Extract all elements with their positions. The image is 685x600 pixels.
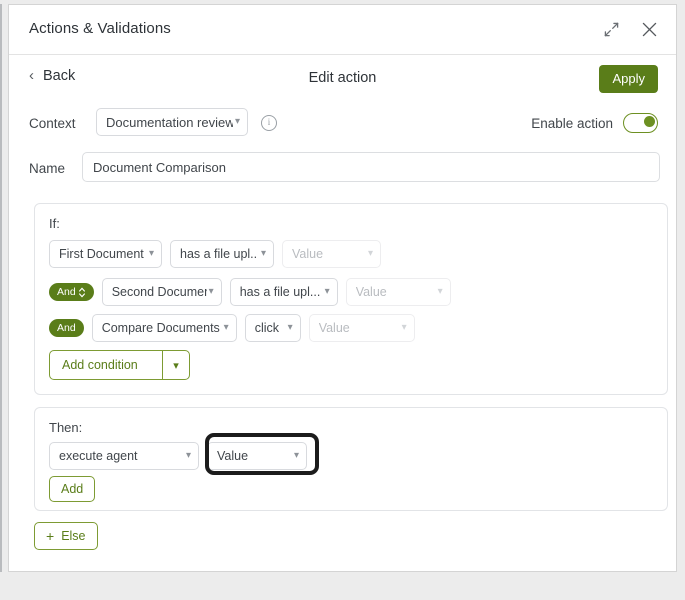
condition-value-text: Value <box>355 285 387 299</box>
subheader: ‹ Back Edit action Apply <box>9 55 676 105</box>
condition-predicate-value: has a file upl... <box>180 247 256 261</box>
window-title: Actions & Validations <box>29 20 171 37</box>
condition-subject-dropdown[interactable]: Second Document ▾ <box>101 278 222 306</box>
chevron-down-icon: ▾ <box>293 450 299 461</box>
condition-operator-badge[interactable]: And <box>49 283 94 301</box>
chevron-down-icon: ▾ <box>367 248 373 259</box>
window-titlebar: Actions & Validations <box>9 5 676 55</box>
context-row: Context Documentation review ▾ i Enable … <box>9 105 676 147</box>
condition-subject-value: Compare Documents <box>101 321 220 335</box>
condition-value-text: Value <box>318 321 350 335</box>
add-condition-button[interactable]: Add condition ▾ <box>49 350 190 380</box>
chevron-down-icon: ▾ <box>234 116 240 127</box>
chevron-down-icon: ▾ <box>148 248 154 259</box>
chevron-down-icon: ▾ <box>185 450 191 461</box>
plus-icon: + <box>46 528 55 544</box>
then-value-text: Value <box>217 449 249 463</box>
add-else-label: Else <box>61 529 86 543</box>
chevron-down-icon: ▾ <box>223 322 229 333</box>
then-action-dropdown[interactable]: execute agent ▾ <box>49 442 199 470</box>
chevron-down-icon: ▾ <box>437 286 443 297</box>
chevron-down-icon: ▾ <box>173 359 179 372</box>
add-action-button[interactable]: Add <box>49 476 96 502</box>
chevron-down-icon: ▾ <box>208 286 214 297</box>
context-dropdown-value: Documentation review <box>106 114 233 130</box>
condition-value-dropdown[interactable]: Value ▾ <box>345 278 451 306</box>
condition-subject-dropdown[interactable]: Compare Documents ▾ <box>91 314 237 342</box>
panel-left-edge <box>0 4 2 572</box>
chevron-down-icon: ▾ <box>287 322 293 333</box>
add-else-button[interactable]: + Else <box>34 522 98 550</box>
condition-subject-value: First Document <box>59 247 144 261</box>
condition-predicate-dropdown[interactable]: has a file upl... ▾ <box>229 278 338 306</box>
app-root: Actions & Validations ‹ Back Edit action… <box>0 0 685 600</box>
condition-operator-label: And <box>57 286 76 298</box>
apply-button[interactable]: Apply <box>599 65 658 93</box>
name-label: Name <box>29 161 66 176</box>
actions-validations-panel: Actions & Validations ‹ Back Edit action… <box>8 4 677 572</box>
chevron-down-icon: ▾ <box>324 286 330 297</box>
info-circle-icon[interactable]: i <box>261 115 277 131</box>
condition-row: And Compare Documents ▾ click ▾ Value ▾ <box>49 314 657 342</box>
condition-predicate-value: has a file upl... <box>239 285 320 299</box>
condition-row: First Document ▾ has a file upl... ▾ Val… <box>49 240 657 268</box>
titlebar-actions <box>600 18 660 40</box>
enable-action-control: Enable action <box>531 113 658 133</box>
add-condition-label: Add condition <box>62 358 138 372</box>
context-label: Context <box>29 116 76 131</box>
condition-value-dropdown[interactable]: Value ▾ <box>282 240 381 268</box>
chevron-down-icon: ▾ <box>401 322 407 333</box>
condition-operator-label: And <box>57 322 76 334</box>
condition-row: And Second Document ▾ has a file upl... … <box>49 278 657 306</box>
toggle-knob <box>644 116 655 127</box>
condition-predicate-dropdown[interactable]: click ▾ <box>244 314 301 342</box>
condition-value-text: Value <box>292 247 324 261</box>
then-action-value: execute agent <box>59 449 138 463</box>
enable-action-label: Enable action <box>531 115 613 131</box>
name-row: Name <box>9 147 676 195</box>
name-input[interactable] <box>82 152 660 182</box>
condition-operator-badge[interactable]: And <box>49 319 84 337</box>
condition-subject-value: Second Document <box>111 285 207 299</box>
chevron-updown-icon <box>78 286 86 299</box>
condition-subject-dropdown[interactable]: First Document ▾ <box>49 240 162 268</box>
then-label: Then: <box>49 420 83 435</box>
chevron-down-icon: ▾ <box>260 248 266 259</box>
then-value-dropdown[interactable]: Value ▾ <box>207 442 307 470</box>
add-condition-dropdown-toggle[interactable]: ▾ <box>162 351 189 379</box>
condition-value-dropdown[interactable]: Value ▾ <box>308 314 415 342</box>
then-action-row: execute agent ▾ Value ▾ <box>49 442 315 470</box>
then-actions-group: Then: execute agent ▾ Value ▾ Add <box>34 407 668 511</box>
page-title: Edit action <box>308 70 377 86</box>
if-conditions-group: If: First Document ▾ has a file upl... ▾… <box>34 203 668 395</box>
condition-predicate-dropdown[interactable]: has a file upl... ▾ <box>170 240 274 268</box>
if-label: If: <box>49 216 60 231</box>
close-x-icon[interactable] <box>638 18 660 40</box>
context-dropdown[interactable]: Documentation review ▾ <box>96 108 248 136</box>
expand-diagonal-icon[interactable] <box>600 18 622 40</box>
condition-predicate-value: click <box>254 321 279 335</box>
enable-action-toggle[interactable] <box>623 113 658 133</box>
